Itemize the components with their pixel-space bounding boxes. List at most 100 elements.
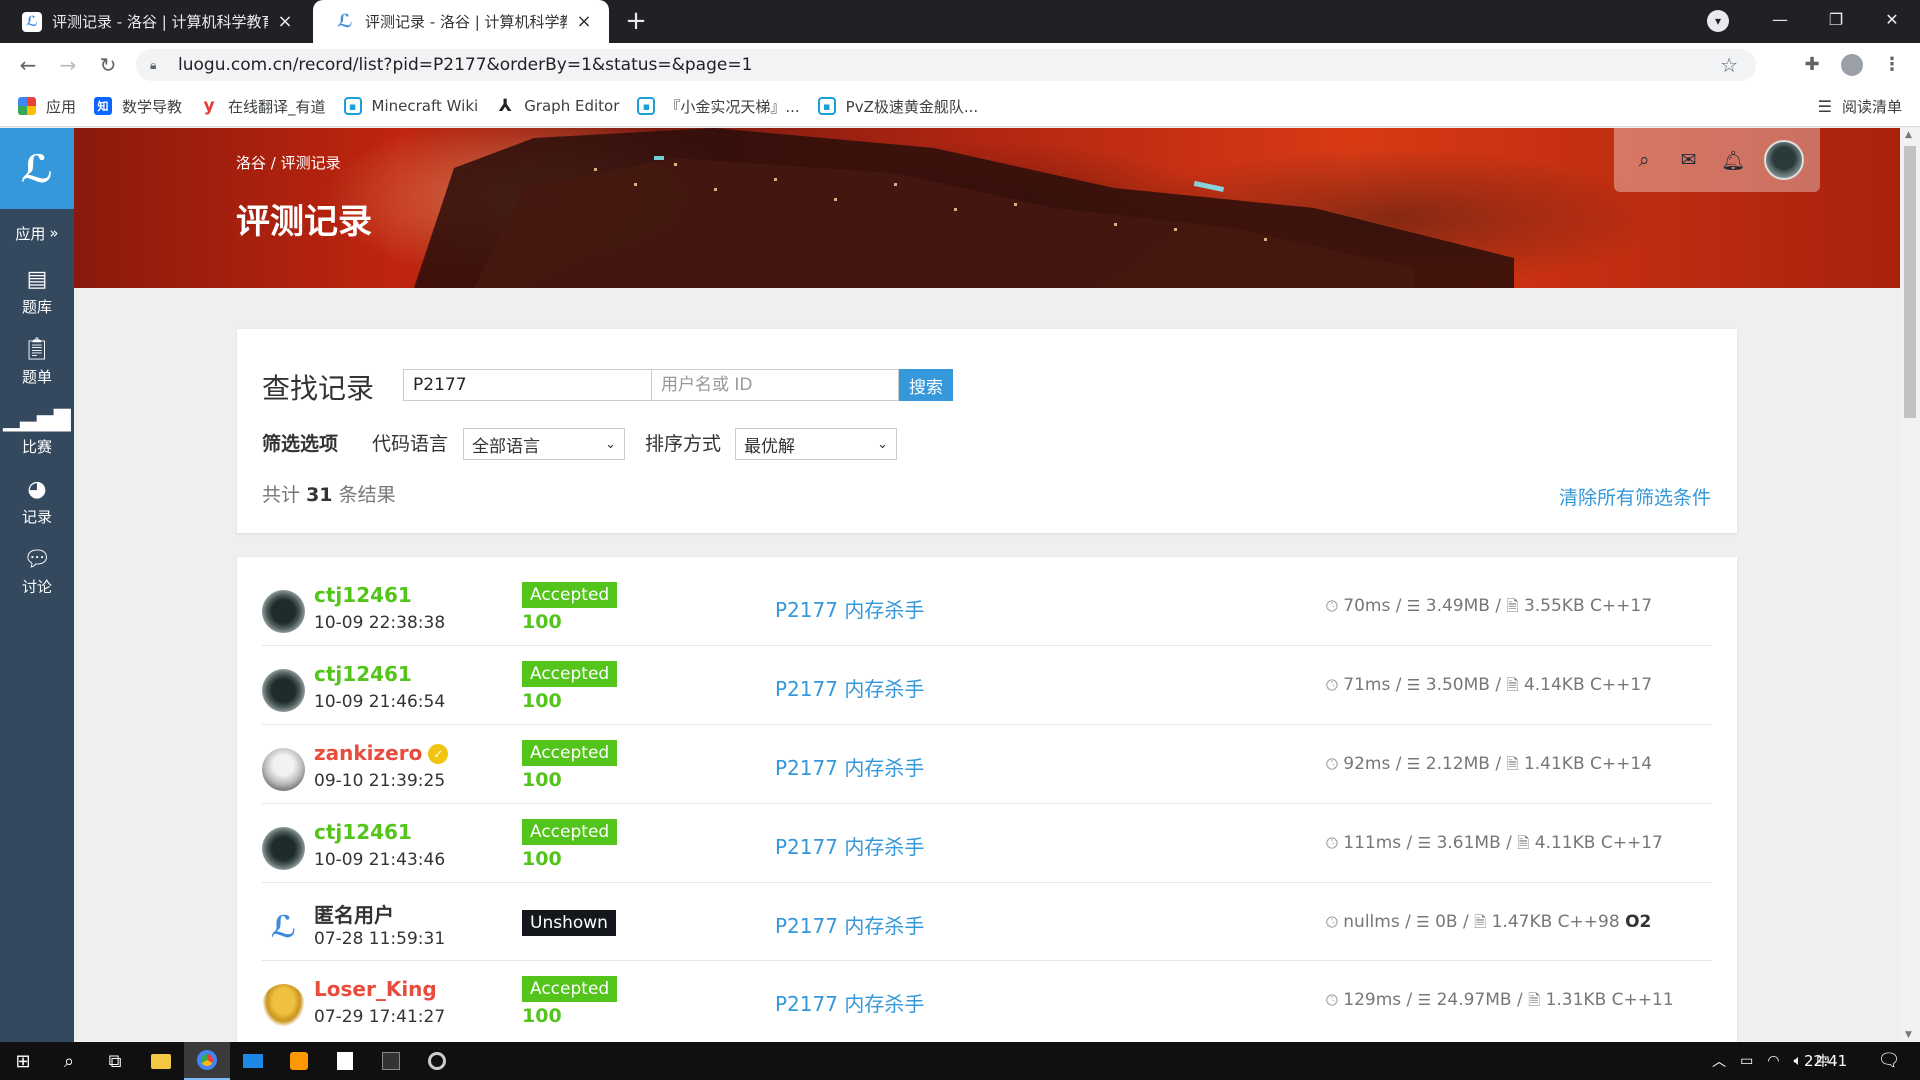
problem-link[interactable]: P2177 内存杀手: [775, 752, 924, 781]
clock-icon: 🕓︎: [1326, 755, 1338, 773]
volume-icon[interactable]: 🔈︎: [1794, 1053, 1802, 1069]
filter-options-label: 筛选选项: [262, 433, 339, 455]
forward-arrow-icon[interactable]: →: [52, 49, 84, 81]
bell-icon[interactable]: 🔔︎: [1719, 149, 1747, 172]
problem-link[interactable]: P2177 内存杀手: [775, 673, 924, 702]
breadcrumb[interactable]: 洛谷 / 评测记录: [236, 152, 341, 173]
luogu-logo[interactable]: ℒ: [0, 128, 74, 209]
obs-icon[interactable]: [414, 1042, 460, 1080]
mail-icon[interactable]: [230, 1042, 276, 1080]
status-badge[interactable]: Accepted: [522, 582, 618, 608]
clear-filters-link[interactable]: 清除所有筛选条件: [1559, 483, 1711, 510]
record-stats: 🕓︎ nullms / ☰ 0B / 🗎︎ 1.47KB C++98 O2: [1326, 912, 1652, 932]
browser-tab-2-active[interactable]: ℒ 评测记录 - 洛谷 | 计算机科学教育 ×: [313, 0, 609, 43]
browser-tab-1[interactable]: ℒ 评测记录 - 洛谷 | 计算机科学教育 ×: [0, 0, 310, 43]
scrollbar-thumb[interactable]: [1904, 146, 1916, 418]
chrome-icon[interactable]: [184, 1042, 230, 1080]
sidebar-item-record[interactable]: ◕ 记录: [0, 467, 74, 537]
task-view-icon[interactable]: ⧉: [92, 1042, 138, 1080]
order-label: 排序方式: [645, 433, 722, 455]
search-icon[interactable]: ⌕: [46, 1042, 92, 1080]
reload-icon[interactable]: ↻: [92, 49, 124, 81]
tab-search-icon[interactable]: ▾: [1707, 10, 1729, 32]
new-tab-button[interactable]: +: [620, 6, 652, 38]
browser-menu-icon[interactable]: ⋮: [1876, 49, 1908, 81]
file-explorer-icon[interactable]: [138, 1042, 184, 1080]
status-badge[interactable]: Accepted: [522, 661, 618, 687]
battery-icon[interactable]: ▭: [1740, 1053, 1753, 1069]
avatar[interactable]: [262, 984, 305, 1027]
bookmark-minecraft-wiki[interactable]: ▪ Minecraft Wiki: [343, 97, 478, 115]
tab-title: 评测记录 - 洛谷 | 计算机科学教育: [52, 13, 268, 31]
clipboard-icon: 📋︎: [23, 336, 51, 362]
bookmark-graph-editor[interactable]: ⅄ Graph Editor: [496, 96, 620, 116]
close-window-icon[interactable]: ✕: [1862, 0, 1920, 40]
sidebar-item-training[interactable]: 📋︎ 题单: [0, 327, 74, 397]
url-text[interactable]: luogu.com.cn/record/list?pid=P2177&order…: [178, 55, 752, 75]
avatar[interactable]: [262, 590, 305, 633]
database-icon: ☰: [1417, 991, 1432, 1009]
bookmark-apps[interactable]: 应用: [18, 96, 76, 117]
sidebar-item-contest[interactable]: ▁▃▅▇ 比赛: [0, 397, 74, 467]
notes-app-icon[interactable]: [322, 1042, 368, 1080]
problem-id-input[interactable]: [403, 369, 651, 401]
problem-link[interactable]: P2177 内存杀手: [775, 831, 924, 860]
envelope-icon[interactable]: ✉: [1675, 149, 1703, 171]
reading-list[interactable]: ☰ 阅读清单: [1818, 96, 1902, 117]
pie-chart-icon: ◕: [27, 476, 47, 502]
address-bar[interactable]: 🔒︎ luogu.com.cn/record/list?pid=P2177&or…: [136, 49, 1756, 81]
windows-start-icon[interactable]: ⊞: [0, 1042, 46, 1080]
result-count-suffix: 条结果: [338, 484, 396, 506]
extensions-icon[interactable]: ✚: [1796, 49, 1828, 81]
bookmark-zhihu[interactable]: 知 数学导教: [94, 96, 182, 117]
wifi-icon[interactable]: ◠: [1767, 1053, 1779, 1069]
status-badge[interactable]: Accepted: [522, 976, 618, 1002]
record-time: 07-28 11:59:31: [314, 929, 446, 949]
scroll-up-arrow-icon[interactable]: ▲: [1905, 130, 1912, 140]
close-tab-icon[interactable]: ×: [573, 11, 595, 32]
search-icon[interactable]: ⌕: [1630, 149, 1658, 171]
profile-avatar-icon[interactable]: [1836, 49, 1868, 81]
terminal-icon[interactable]: [368, 1042, 414, 1080]
language-select[interactable]: 全部语言 ⌄: [463, 428, 625, 460]
back-arrow-icon[interactable]: ←: [12, 49, 44, 81]
record-username[interactable]: Loser_King: [314, 977, 437, 1001]
notification-center-icon[interactable]: 🗨︎: [1866, 1042, 1912, 1080]
record-username[interactable]: ctj12461: [314, 820, 412, 844]
record-username[interactable]: ctj12461: [314, 662, 412, 686]
user-input[interactable]: [651, 369, 899, 401]
sidebar-item-apps[interactable]: 应用 »: [0, 209, 74, 257]
record-username[interactable]: zankizero ✓: [314, 741, 449, 765]
bookmark-star-icon[interactable]: ☆: [1720, 53, 1738, 77]
status-badge[interactable]: Accepted: [522, 819, 618, 845]
bookmark-xiaojin[interactable]: ▪ 『小金实况天梯』...: [637, 96, 800, 117]
status-badge[interactable]: Accepted: [522, 740, 618, 766]
restore-icon[interactable]: ❐: [1806, 0, 1866, 40]
page-scrollbar[interactable]: ▲ ▼: [1900, 128, 1920, 1042]
bookmark-youdao[interactable]: y 在线翻译_有道: [200, 96, 325, 117]
bookmark-pvz[interactable]: ▪ PvZ极速黄金舰队...: [817, 96, 978, 117]
record-username-text[interactable]: zankizero: [314, 741, 422, 765]
sidebar-item-problems[interactable]: ▤ 题库: [0, 257, 74, 327]
avatar[interactable]: [262, 669, 305, 712]
sidebar-item-discuss[interactable]: 💬︎ 讨论: [0, 537, 74, 607]
record-username[interactable]: ctj12461: [314, 583, 412, 607]
lock-icon[interactable]: 🔒︎: [150, 58, 164, 72]
sublime-text-icon[interactable]: [276, 1042, 322, 1080]
taskbar-clock[interactable]: 22:41: [1804, 1042, 1847, 1080]
problem-link[interactable]: P2177 内存杀手: [775, 988, 924, 1017]
chevron-up-icon[interactable]: ︿: [1712, 1051, 1726, 1071]
minimize-icon[interactable]: —: [1750, 0, 1810, 40]
avatar[interactable]: [1763, 140, 1804, 180]
avatar[interactable]: [262, 827, 305, 870]
order-select[interactable]: 最优解 ⌄: [735, 428, 897, 460]
problem-link[interactable]: P2177 内存杀手: [775, 910, 924, 939]
record-stats: 🕓︎ 70ms / ☰ 3.49MB / 🗎︎ 3.55KB C++17: [1326, 596, 1653, 616]
file-code-icon: 🗎︎: [1506, 676, 1519, 694]
search-button[interactable]: 搜索: [899, 369, 953, 401]
close-tab-icon[interactable]: ×: [274, 11, 296, 32]
scroll-down-arrow-icon[interactable]: ▼: [1905, 1030, 1912, 1040]
problem-link[interactable]: P2177 内存杀手: [775, 594, 924, 623]
status-badge[interactable]: Unshown: [522, 910, 616, 936]
avatar[interactable]: [262, 748, 305, 791]
